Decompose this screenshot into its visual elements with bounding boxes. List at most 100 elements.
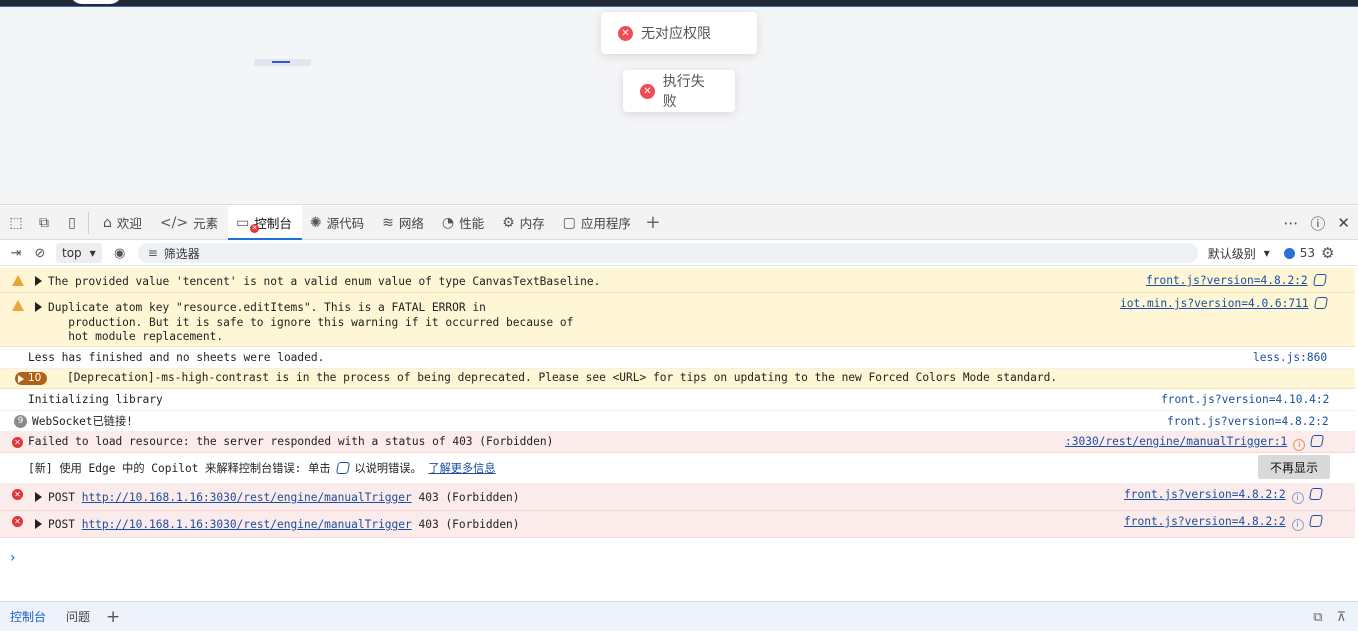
copilot-icon [335, 462, 350, 474]
expand-arrow-icon[interactable] [35, 492, 42, 502]
toast-no-permission: ✕ 无对应权限 [601, 12, 757, 54]
console-message-error[interactable]: ✕ Failed to load resource: the server re… [0, 432, 1355, 453]
toast-execution-failed: ✕ 执行失败 [623, 70, 735, 112]
source-link[interactable]: iot.min.js?version=4.0.6:711 [1120, 297, 1328, 310]
filter-placeholder: 筛选器 [163, 246, 200, 261]
source-link[interactable]: front.js?version=4.10.4:2 [1161, 393, 1329, 406]
quick-source-icon[interactable]: ⧉ [1313, 610, 1322, 625]
repeat-count-badge[interactable]: 10 [15, 372, 48, 385]
error-icon: ✕ [12, 437, 23, 448]
message-text: POST http://10.168.1.16:3030/rest/engine… [48, 518, 520, 531]
inspect-element-icon[interactable]: ⬚ [2, 215, 30, 231]
collapse-drawer-icon[interactable]: ⊼ [1336, 610, 1346, 625]
devtools-tab-bar: ⬚ ⧉ ▯ ⌂ 欢迎 </> 元素 ▭ ✕ 控制台 ✺ 源代码 ≋ 网络 ◔ 性能 ⚙ 内存 ▢… [0, 205, 1358, 240]
drawer-tab-issues[interactable]: 问题 [56, 602, 100, 632]
toast-message: 无对应权限 [641, 26, 711, 42]
error-icon: ✕ [640, 83, 655, 99]
console-message-warning[interactable]: Duplicate atom key "resource.editItems".… [0, 293, 1355, 347]
more-options-icon[interactable]: ⋯ [1283, 214, 1298, 232]
log-level-label: 默认级别 [1207, 246, 1256, 261]
drawer-tab-bar: 控制台 问题 + ⧉ ⊼ [0, 601, 1358, 631]
live-expression-eye-icon[interactable]: ◉ [108, 246, 132, 261]
request-url-link[interactable]: http://10.168.1.16:3030/rest/engine/manu… [82, 491, 412, 504]
learn-more-link[interactable]: 了解更多信息 [428, 462, 495, 475]
home-icon: ⌂ [103, 214, 112, 231]
source-link[interactable]: :3030/rest/engine/manualTrigger:1 i [1065, 435, 1325, 451]
code-icon: </> [159, 214, 189, 231]
tab-label: 网络 [398, 216, 424, 231]
console-message-log[interactable]: 9 WebSocket已链接! front.js?version=4.8.2:2 [0, 411, 1355, 432]
devtools-window-controls: ⋯ ⓘ ✕ [1283, 206, 1350, 240]
console-log: The provided value 'tencent' is not a va… [0, 268, 1358, 566]
sidebar-toggle-icon[interactable]: ⇥ [4, 246, 28, 261]
console-message-warning[interactable]: The provided value 'tencent' is not a va… [0, 268, 1355, 293]
source-link[interactable]: front.js?version=4.8.2:2 i [1124, 515, 1323, 531]
info-icon[interactable]: i [1291, 492, 1304, 504]
expand-arrow-icon[interactable] [35, 519, 42, 529]
tab-performance[interactable]: ◔ 性能 [434, 206, 494, 240]
console-message-log[interactable]: Less has finished and no sheets were loa… [0, 347, 1355, 369]
info-icon[interactable]: i [1291, 519, 1304, 531]
tab-application[interactable]: ▢ 应用程序 [555, 206, 641, 240]
copilot-icon[interactable] [1313, 297, 1328, 309]
tab-network[interactable]: ≋ 网络 [374, 206, 434, 240]
drawer-tab-console[interactable]: 控制台 [0, 602, 56, 632]
repeat-count-badge: 9 [14, 415, 27, 428]
tab-console[interactable]: ▭ ✕ 控制台 [228, 205, 302, 240]
message-text: WebSocket已链接! [32, 415, 133, 428]
error-badge-icon: ✕ [250, 223, 260, 233]
copilot-hint: [新] 使用 Edge 中的 Copilot 来解释控制台错误: 单击 以说明错误… [28, 462, 496, 475]
console-prompt-chevron-icon[interactable]: › [10, 550, 16, 566]
dock-panel-icon[interactable]: ▯ [58, 215, 86, 231]
tab-memory[interactable]: ⚙ 内存 [494, 206, 555, 240]
help-icon[interactable]: ⓘ [1310, 213, 1325, 234]
copilot-icon[interactable] [1308, 488, 1323, 500]
tab-label: 内存 [519, 216, 545, 231]
chevron-down-icon: ▾ [1263, 246, 1270, 260]
source-link[interactable]: less.js:860 [1253, 351, 1327, 364]
source-link[interactable]: front.js?version=4.8.2:2 [1167, 415, 1329, 428]
device-emulation-icon[interactable]: ⧉ [30, 215, 58, 231]
close-icon[interactable]: ✕ [1337, 214, 1350, 232]
info-icon[interactable]: i [1293, 439, 1306, 451]
window-icon: ▢ [562, 214, 576, 231]
dont-show-again-button[interactable]: 不再显示 [1258, 455, 1330, 479]
console-message-log[interactable]: Initializing library front.js?version=4.… [0, 389, 1355, 411]
log-level-select[interactable]: 默认级别 ▾ [1208, 245, 1270, 262]
console-message-error[interactable]: ✕ POST http://10.168.1.16:3030/rest/engi… [0, 511, 1355, 538]
tab-welcome[interactable]: ⌂ 欢迎 [95, 206, 152, 240]
source-link[interactable]: front.js?version=4.8.2:2 [1146, 274, 1327, 287]
expand-arrow-icon[interactable] [35, 276, 42, 286]
tiny-tab-element[interactable] [254, 59, 311, 66]
warning-icon [12, 300, 24, 311]
expand-arrow-icon[interactable] [35, 302, 42, 312]
message-bubble-icon [1283, 247, 1295, 259]
source-link[interactable]: front.js?version=4.8.2:2 i [1124, 488, 1323, 504]
add-tab-icon[interactable]: + [641, 212, 665, 233]
context-select[interactable]: top ▾ [56, 243, 102, 263]
message-text: Initializing library [28, 393, 163, 406]
chevron-down-icon: ▾ [89, 246, 96, 260]
app-header-bar [0, 0, 1358, 7]
copilot-icon[interactable] [1308, 515, 1323, 527]
tab-sources[interactable]: ✺ 源代码 [302, 206, 374, 240]
message-text: POST http://10.168.1.16:3030/rest/engine… [48, 491, 520, 504]
tab-label: 性能 [459, 216, 485, 231]
console-message-error[interactable]: ✕ POST http://10.168.1.16:3030/rest/engi… [0, 484, 1355, 511]
copilot-icon[interactable] [1312, 274, 1327, 286]
message-count[interactable]: 53 [1283, 246, 1315, 260]
copilot-icon[interactable] [1310, 435, 1325, 447]
request-url-link[interactable]: http://10.168.1.16:3030/rest/engine/manu… [82, 518, 412, 531]
context-value: top [62, 246, 82, 260]
message-text: Less has finished and no sheets were loa… [28, 351, 325, 364]
console-message-group[interactable]: 10 [Deprecation]-ms-high-contrast is in … [0, 369, 1355, 389]
filter-input[interactable]: ≡ 筛选器 [137, 243, 1198, 263]
tab-label: 欢迎 [116, 216, 142, 231]
tab-label: 控制台 [254, 216, 292, 231]
tab-label: 源代码 [326, 216, 365, 231]
console-settings-icon[interactable]: ⚙ [1321, 244, 1334, 262]
clear-console-icon[interactable]: ⊘ [28, 246, 52, 261]
app-logo [70, 0, 122, 4]
tab-elements[interactable]: </> 元素 [152, 206, 228, 240]
add-drawer-tab-icon[interactable]: + [100, 607, 126, 627]
